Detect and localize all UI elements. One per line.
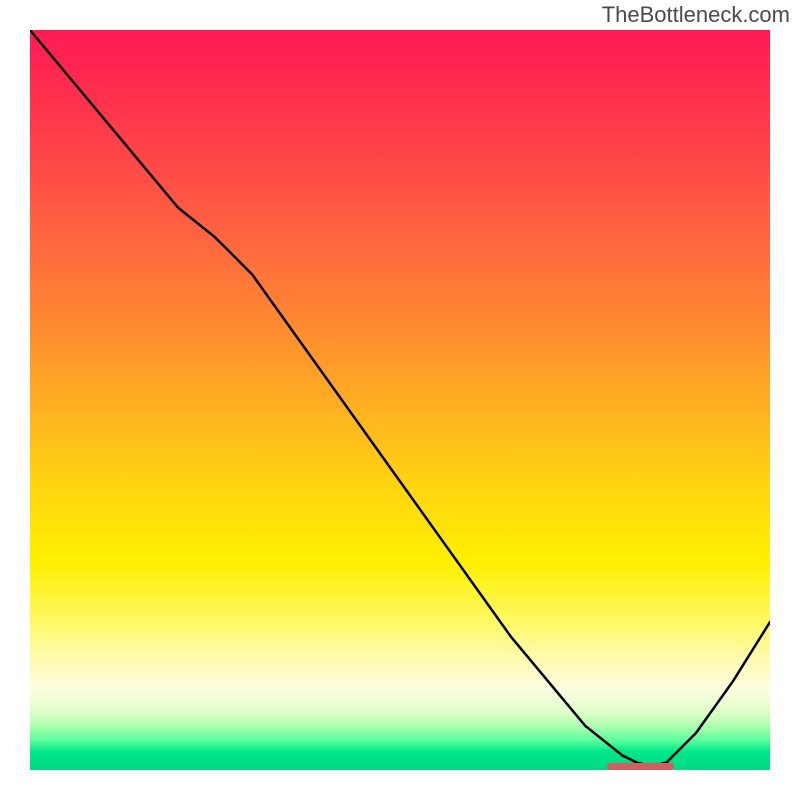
- chart-curve: [30, 30, 770, 770]
- watermark-text: TheBottleneck.com: [602, 2, 790, 28]
- optimal-range-marker: [607, 763, 674, 770]
- chart-plot-area: [30, 30, 770, 770]
